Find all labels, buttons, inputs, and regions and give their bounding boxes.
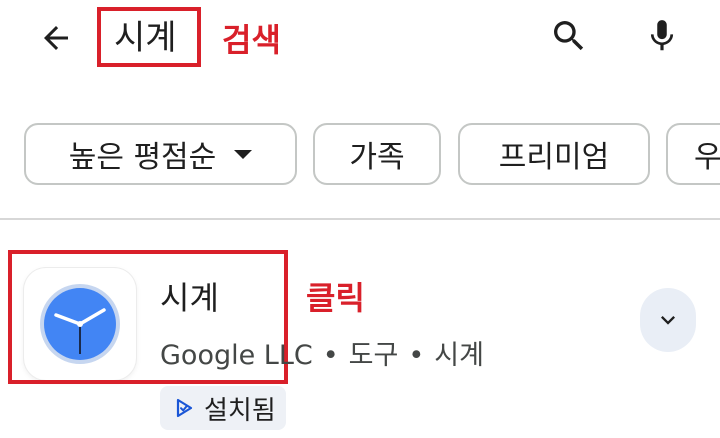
app-category: 도구 (348, 340, 399, 371)
dropdown-caret-icon (234, 149, 253, 159)
voice-search-button[interactable] (638, 12, 686, 60)
click-annotation: 클릭 (306, 279, 365, 317)
expand-button[interactable] (640, 288, 696, 352)
divider (0, 218, 720, 220)
separator-dot: • (322, 340, 339, 371)
chip-premium[interactable]: 프리미엄 (458, 123, 650, 185)
chip-family[interactable]: 가족 (313, 123, 441, 185)
chip-label: 우 (694, 140, 720, 175)
app-tag: 시계 (434, 340, 484, 371)
app-title[interactable]: 시계 (160, 276, 219, 320)
installed-badge: 설치됨 (160, 386, 286, 430)
chip-label: 프리미엄 (498, 140, 610, 175)
search-annotation: 검색 (222, 21, 281, 59)
arrow-left-icon (44, 26, 68, 50)
separator-dot: • (408, 340, 425, 371)
chevron-down-icon (661, 316, 675, 325)
play-store-search-results: 시계 검색 높은 평점순 가족 프리미엄 우 시계 클릭 Google LLC … (0, 0, 720, 438)
search-button[interactable] (545, 12, 593, 60)
app-metadata: Google LLC • 도구 • 시계 (160, 336, 484, 376)
app-developer: Google LLC (160, 340, 313, 371)
microphone-icon (650, 20, 674, 51)
chip-label: 높은 평점순 (68, 140, 217, 175)
play-installed-icon (172, 396, 196, 420)
search-highlight-box (97, 7, 201, 67)
chip-partial[interactable]: 우 (666, 123, 720, 185)
installed-label: 설치됨 (204, 395, 276, 426)
filter-chips: 높은 평점순 가족 프리미엄 우 (24, 123, 720, 187)
chip-sort-rating[interactable]: 높은 평점순 (24, 123, 297, 185)
search-icon (554, 21, 584, 51)
chip-label: 가족 (349, 140, 405, 175)
back-button[interactable] (34, 16, 78, 60)
